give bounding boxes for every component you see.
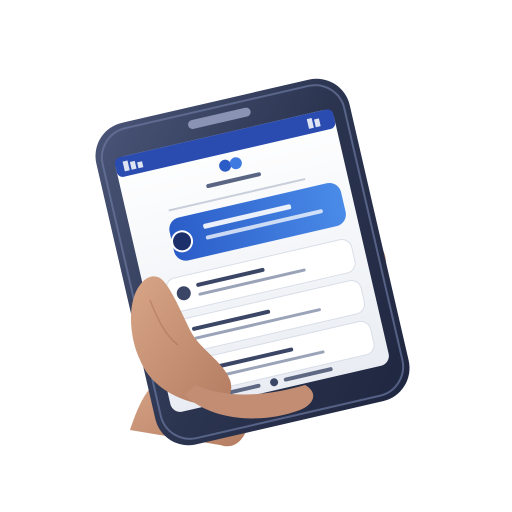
photo-stage bbox=[0, 0, 512, 512]
phone-in-hand-photo bbox=[95, 78, 410, 447]
